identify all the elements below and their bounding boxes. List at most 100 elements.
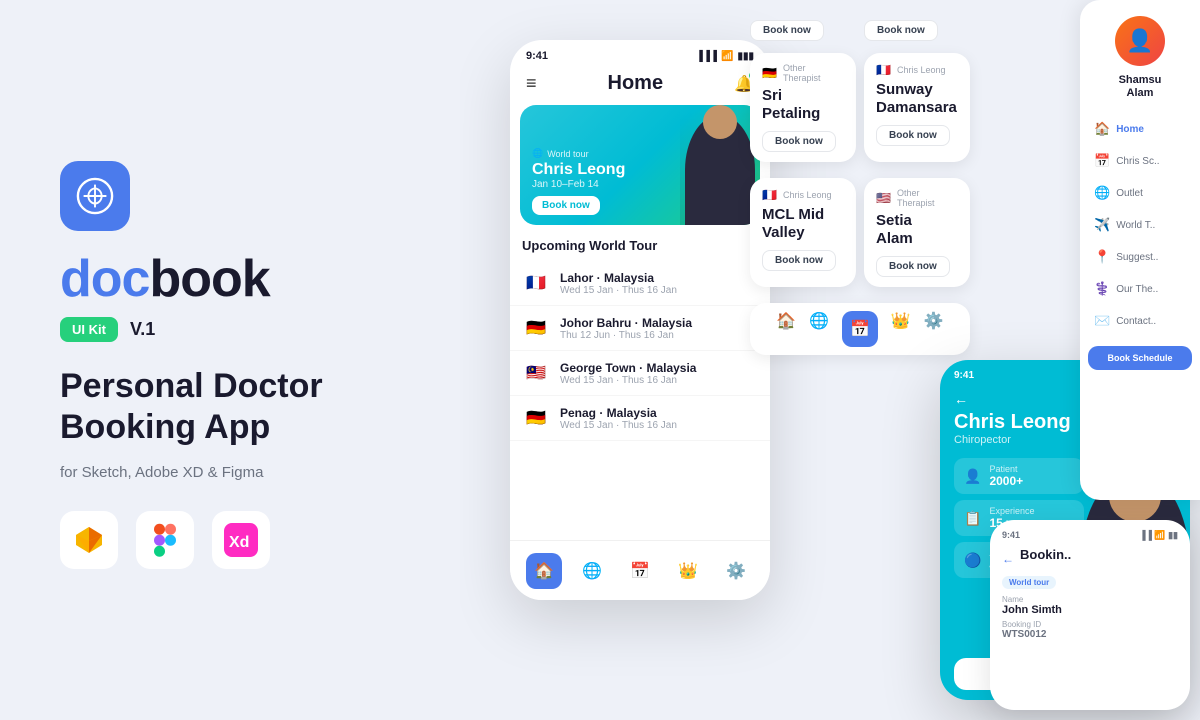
our-nav-icon: ⚕️ bbox=[1094, 281, 1110, 297]
chris-nav-label: Chris Sc.. bbox=[1116, 156, 1159, 167]
svg-text:Xd: Xd bbox=[229, 534, 249, 551]
tour-date: Wed 15 Jan · Thus 16 Jan bbox=[560, 420, 758, 431]
booking-tag-row: World tour bbox=[1002, 576, 1178, 589]
brand-book: book bbox=[149, 250, 269, 308]
flag-germany2: 🇩🇪 bbox=[522, 404, 550, 432]
flag-1: 🇩🇪 bbox=[762, 66, 777, 80]
side-nav-chris[interactable]: 📅 Chris Sc.. bbox=[1088, 146, 1192, 176]
location-1: SriPetaling bbox=[762, 87, 844, 123]
phone-home: 9:41 ▐▐▐ 📶 ▮▮▮ ≡ Home 🔔 🌐 World tour Chr… bbox=[510, 40, 770, 600]
tagline-line1: Personal Doctor bbox=[60, 367, 323, 405]
xd-icon: Xd bbox=[212, 511, 270, 569]
nav-home[interactable]: 🏠 bbox=[526, 553, 562, 589]
status-bar: 9:41 ▐▐▐ 📶 ▮▮▮ bbox=[510, 40, 770, 68]
hero-person bbox=[680, 110, 760, 225]
booking-mini-status: 9:41 ▐▐ 📶 ▮▮ bbox=[1002, 530, 1178, 541]
name-label: Name bbox=[1002, 595, 1178, 604]
booking-time: 9:41 bbox=[1002, 530, 1020, 541]
id-label: Booking ID bbox=[1002, 620, 1178, 629]
tour-item[interactable]: 🇩🇪 Johor Bahru · Malaysia Thu 12 Jun · T… bbox=[510, 306, 770, 351]
flag-3: 🇫🇷 bbox=[762, 188, 777, 202]
booking-card-4: 🇺🇸 Other Therapist SetiaAlam Book now bbox=[864, 178, 970, 287]
side-nav-our[interactable]: ⚕️ Our The.. bbox=[1088, 274, 1192, 304]
figma-icon bbox=[136, 511, 194, 569]
nav-active-2[interactable]: 📅 bbox=[842, 311, 878, 347]
tour-date: Thu 12 Jun · Thus 16 Jan bbox=[560, 330, 758, 341]
booking-card-3: 🇫🇷 Chris Leong MCL MidValley Book now bbox=[750, 178, 856, 287]
world-nav-icon: ✈️ bbox=[1094, 217, 1110, 233]
side-nav-world[interactable]: ✈️ World T.. bbox=[1088, 210, 1192, 240]
stat-value-patient: 2000+ bbox=[989, 474, 1023, 488]
book-now-4[interactable]: Book now bbox=[876, 256, 950, 277]
name-value: John Simth bbox=[1002, 604, 1178, 616]
badge-row: UI Kit V.1 bbox=[60, 317, 410, 342]
side-nav-home[interactable]: 🏠 Home bbox=[1088, 114, 1192, 144]
phone-header: ≡ Home 🔔 bbox=[510, 68, 770, 105]
hero-card: 🌐 World tour Chris Leong Jan 10–Feb 14 B… bbox=[520, 105, 760, 225]
book-now-3[interactable]: Book now bbox=[762, 250, 836, 271]
tour-item[interactable]: 🇲🇾 George Town · Malaysia Wed 15 Jan · T… bbox=[510, 351, 770, 396]
nav-globe[interactable]: 🌐 bbox=[574, 553, 610, 589]
flag-4: 🇺🇸 bbox=[876, 191, 891, 205]
side-nav-contact[interactable]: ✉️ Contact.. bbox=[1088, 306, 1192, 336]
hero-book-button[interactable]: Book now bbox=[532, 196, 600, 215]
doctor-time: 9:41 bbox=[954, 370, 974, 381]
left-panel: docbook UI Kit V.1 Personal Doctor Booki… bbox=[0, 0, 460, 720]
nav-home-2[interactable]: 🏠 bbox=[776, 311, 796, 347]
brand-name: docbook bbox=[60, 253, 410, 305]
tour-name: Johor Bahru · Malaysia bbox=[560, 316, 758, 330]
nav-globe-2[interactable]: 🌐 bbox=[809, 311, 829, 347]
subtitle: for Sketch, Adobe XD & Figma bbox=[60, 464, 410, 481]
user-avatar: 👤 bbox=[1115, 16, 1165, 66]
nav-crown-2[interactable]: 👑 bbox=[891, 311, 911, 347]
nav-calendar[interactable]: 📅 bbox=[622, 553, 658, 589]
suggest-nav-icon: 📍 bbox=[1094, 249, 1110, 265]
booking-card-2: 🇫🇷 Chris Leong SunwayDamansara Book now bbox=[864, 53, 970, 162]
book-now-2[interactable]: Book now bbox=[876, 125, 950, 146]
book-now-top-left[interactable]: Book now bbox=[750, 20, 824, 41]
world-tour-tag: World tour bbox=[1002, 576, 1056, 589]
booking-title: Bookin.. bbox=[1020, 547, 1071, 562]
contact-nav-label: Contact.. bbox=[1116, 316, 1156, 327]
book-now-1[interactable]: Book now bbox=[762, 131, 836, 152]
phone-booking: 9:41 ▐▐ 📶 ▮▮ ← Bookin.. World tour Name … bbox=[990, 520, 1190, 710]
age-icon: 🔵 bbox=[964, 552, 981, 569]
nav-settings[interactable]: ⚙️ bbox=[718, 553, 754, 589]
booking-back-btn[interactable]: ← bbox=[1002, 552, 1014, 566]
suggest-nav-label: Suggest.. bbox=[1116, 252, 1158, 263]
home-nav-icon: 🏠 bbox=[1094, 121, 1110, 137]
sketch-icon bbox=[60, 511, 118, 569]
therapist-2: Chris Leong bbox=[897, 65, 946, 75]
nav-crown[interactable]: 👑 bbox=[670, 553, 706, 589]
brand-doc: doc bbox=[60, 250, 149, 308]
our-nav-label: Our The.. bbox=[1116, 284, 1158, 295]
tour-date: Wed 15 Jan · Thus 16 Jan bbox=[560, 285, 758, 296]
avatar-image: 👤 bbox=[1126, 28, 1153, 54]
tour-item[interactable]: 🇩🇪 Penag · Malaysia Wed 15 Jan · Thus 16… bbox=[510, 396, 770, 441]
person-body bbox=[685, 115, 755, 225]
ui-kit-badge: UI Kit bbox=[60, 317, 118, 342]
user-name: ShamsuAlam bbox=[1088, 74, 1192, 100]
book-schedule-side-btn[interactable]: Book Schedule bbox=[1088, 346, 1192, 370]
menu-icon[interactable]: ≡ bbox=[526, 73, 537, 94]
outlet-nav-label: Outlet bbox=[1116, 188, 1143, 199]
section-title: Upcoming World Tour ≡ bbox=[510, 237, 770, 261]
flag-france: 🇫🇷 bbox=[522, 269, 550, 297]
contact-nav-icon: ✉️ bbox=[1094, 313, 1110, 329]
status-icons: ▐▐▐ 📶 ▮▮▮ bbox=[696, 51, 754, 62]
nav-settings-2[interactable]: ⚙️ bbox=[924, 311, 944, 347]
version-label: V.1 bbox=[130, 319, 155, 340]
status-time: 9:41 bbox=[526, 50, 548, 62]
tools-row: Xd bbox=[60, 511, 410, 569]
wifi-icon: 📶 bbox=[721, 51, 733, 62]
tour-list: 🇫🇷 Lahor · Malaysia Wed 15 Jan · Thus 16… bbox=[510, 261, 770, 441]
side-nav-panel: 👤 ShamsuAlam 🏠 Home 📅 Chris Sc.. 🌐 Outle… bbox=[1080, 0, 1200, 500]
tour-item[interactable]: 🇫🇷 Lahor · Malaysia Wed 15 Jan · Thus 16… bbox=[510, 261, 770, 306]
side-nav-suggest[interactable]: 📍 Suggest.. bbox=[1088, 242, 1192, 272]
outlet-nav-icon: 🌐 bbox=[1094, 185, 1110, 201]
flag-malaysia: 🇲🇾 bbox=[522, 359, 550, 387]
book-now-top-right[interactable]: Book now bbox=[864, 20, 938, 41]
home-title: Home bbox=[608, 72, 664, 95]
side-nav-outlet[interactable]: 🌐 Outlet bbox=[1088, 178, 1192, 208]
booking-card-1: 🇩🇪 Other Therapist SriPetaling Book now bbox=[750, 53, 856, 162]
